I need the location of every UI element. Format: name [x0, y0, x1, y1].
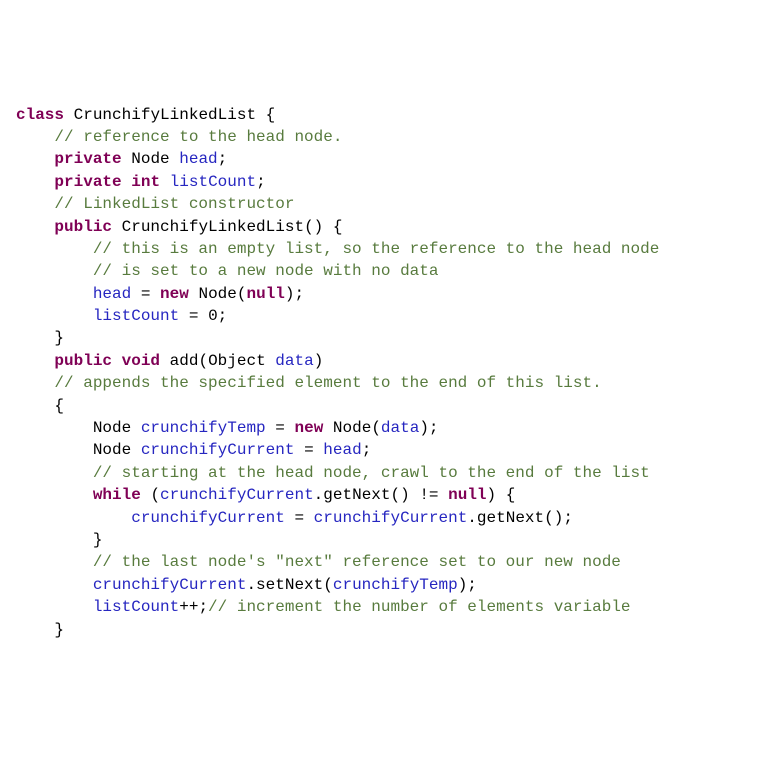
code-block: class CrunchifyLinkedList { // reference…	[16, 104, 752, 641]
code-line: // LinkedList constructor	[16, 193, 752, 215]
code-line: // reference to the head node.	[16, 126, 752, 148]
code-line: // this is an empty list, so the referen…	[16, 238, 752, 260]
code-line: listCount = 0;	[16, 305, 752, 327]
code-line: head = new Node(null);	[16, 283, 752, 305]
code-line: // is set to a new node with no data	[16, 260, 752, 282]
code-line: // the last node's "next" reference set …	[16, 551, 752, 573]
code-line: private Node head;	[16, 148, 752, 170]
code-line: crunchifyCurrent = crunchifyCurrent.getN…	[16, 507, 752, 529]
code-line: {	[16, 395, 752, 417]
code-line: Node crunchifyTemp = new Node(data);	[16, 417, 752, 439]
code-line: listCount++;// increment the number of e…	[16, 596, 752, 618]
code-line: Node crunchifyCurrent = head;	[16, 439, 752, 461]
code-line: private int listCount;	[16, 171, 752, 193]
code-line: public CrunchifyLinkedList() {	[16, 216, 752, 238]
code-line: while (crunchifyCurrent.getNext() != nul…	[16, 484, 752, 506]
code-line: }	[16, 327, 752, 349]
code-line: }	[16, 619, 752, 641]
code-line: // starting at the head node, crawl to t…	[16, 462, 752, 484]
code-line: // appends the specified element to the …	[16, 372, 752, 394]
code-line: }	[16, 529, 752, 551]
code-line: class CrunchifyLinkedList {	[16, 104, 752, 126]
code-line: public void add(Object data)	[16, 350, 752, 372]
